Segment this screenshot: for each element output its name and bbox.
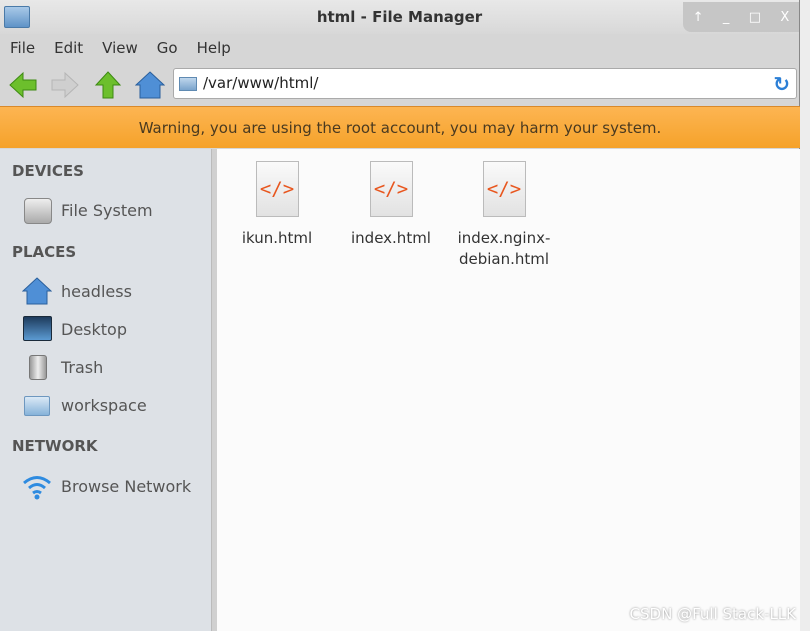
sidebar-item-label: Desktop — [61, 319, 127, 339]
desktop-icon — [22, 315, 52, 343]
file-item[interactable]: </> index.nginx-debian.html — [449, 161, 559, 270]
root-warning-banner: Warning, you are using the root account,… — [0, 106, 800, 148]
location-path[interactable]: /var/www/html/ — [203, 74, 318, 92]
menu-edit[interactable]: Edit — [54, 39, 83, 57]
file-name: ikun.html — [241, 229, 313, 247]
menu-file[interactable]: File — [10, 39, 35, 57]
file-item[interactable]: </> ikun.html — [222, 161, 332, 249]
sidebar-item-file-system[interactable]: File System — [22, 195, 153, 225]
window-controls: ↑ _ □ X — [683, 2, 799, 32]
sidebar-item-desktop[interactable]: Desktop — [22, 314, 127, 344]
home-icon — [22, 277, 52, 305]
sidebar-item-label: File System — [61, 200, 153, 220]
file-item[interactable]: </> index.html — [336, 161, 446, 249]
title-bar[interactable]: html - File Manager ↑ _ □ X — [0, 0, 799, 34]
html-file-icon: </> — [369, 161, 413, 217]
folder-icon — [179, 77, 197, 91]
file-manager-window: html - File Manager ↑ _ □ X File Edit Vi… — [0, 0, 800, 631]
file-view: </> ikun.html </> index.html </> index.n… — [217, 149, 800, 631]
menu-go[interactable]: Go — [157, 39, 178, 57]
close-button[interactable]: X — [780, 10, 789, 25]
folder-icon — [22, 391, 52, 419]
wifi-icon — [23, 476, 51, 500]
menu-bar: File Edit View Go Help — [0, 34, 799, 62]
sidebar-item-label: Trash — [61, 357, 104, 377]
drive-icon — [22, 196, 52, 224]
location-bar[interactable]: /var/www/html/ ↻ — [173, 68, 797, 99]
file-name: index.nginx-debian.html — [457, 229, 551, 268]
html-file-icon: </> — [482, 161, 526, 217]
sidebar-item-label: workspace — [61, 395, 147, 415]
sidebar-item-trash[interactable]: Trash — [22, 352, 103, 382]
watermark: CSDN @Full Stack-LLK — [629, 605, 796, 623]
sidebar-item-headless[interactable]: headless — [22, 276, 132, 306]
devices-heading: DEVICES — [12, 162, 84, 180]
forward-arrow-icon[interactable] — [50, 70, 80, 100]
sidebar-item-browse-network[interactable]: Browse Network — [22, 471, 191, 501]
menu-view[interactable]: View — [102, 39, 138, 57]
menu-help[interactable]: Help — [197, 39, 231, 57]
sidebar: DEVICES File System PLACES headless Desk… — [0, 149, 212, 631]
home-icon[interactable] — [135, 70, 165, 100]
desktop-background — [800, 0, 810, 631]
back-arrow-icon[interactable] — [8, 70, 38, 100]
shade-button[interactable]: ↑ — [693, 10, 704, 25]
window-title: html - File Manager — [316, 8, 483, 26]
sidebar-item-label: Browse Network — [61, 476, 192, 496]
network-heading: NETWORK — [12, 437, 98, 455]
places-heading: PLACES — [12, 243, 77, 261]
sidebar-item-label: headless — [61, 281, 132, 301]
trash-icon — [22, 353, 52, 381]
html-file-icon: </> — [255, 161, 299, 217]
minimize-button[interactable]: _ — [723, 10, 730, 25]
file-name: index.html — [351, 229, 431, 247]
up-arrow-icon[interactable] — [93, 70, 123, 100]
reload-icon[interactable]: ↻ — [773, 72, 790, 96]
sidebar-item-workspace[interactable]: workspace — [22, 390, 147, 420]
maximize-button[interactable]: □ — [749, 10, 761, 25]
